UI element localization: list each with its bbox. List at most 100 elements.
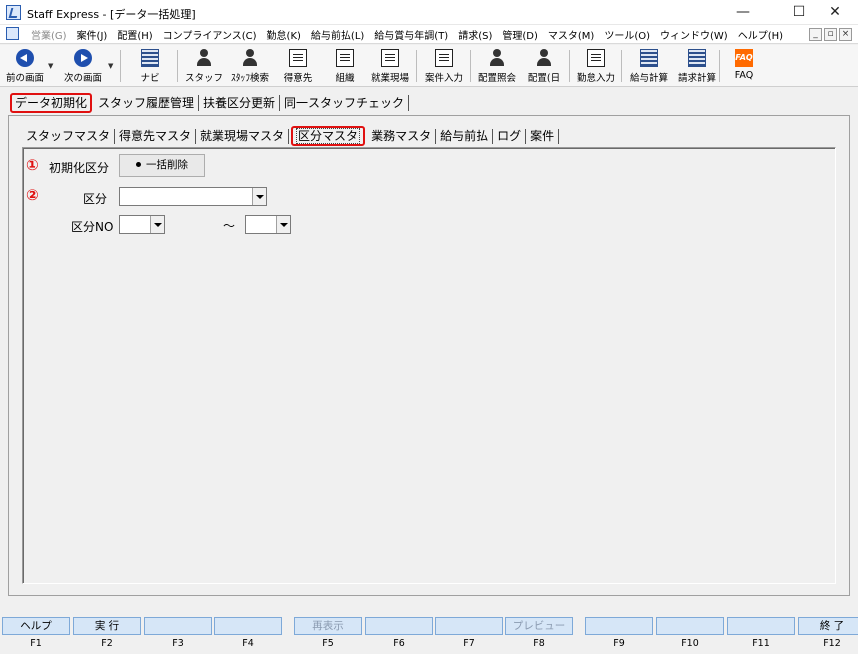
toolbar-separator: [621, 50, 622, 82]
chevron-down-icon[interactable]: [276, 216, 290, 233]
function-key-f5[interactable]: 再表示 F5: [294, 617, 362, 649]
sub-tab[interactable]: 区分マスタ: [291, 126, 366, 146]
main-tab[interactable]: 同一スタッフチェック: [280, 95, 410, 111]
main-tab[interactable]: データ初期化: [10, 93, 93, 113]
mdi-close-button[interactable]: ×: [839, 28, 852, 41]
function-key-bar: ヘルプ F1 実 行 F2 F3 F4 再表示 F5 F6 F7 プレビュー F8 F9 F10 F11 終 …: [0, 617, 858, 654]
function-key-f4[interactable]: F4: [214, 617, 282, 649]
function-key-f1[interactable]: ヘルプ F1: [2, 617, 70, 649]
toolbar-client-button[interactable]: 得意先: [278, 47, 318, 85]
mdi-minimize-button[interactable]: _: [809, 28, 822, 41]
title-bar: Staff Express - [データ一括処理] — ☐ ✕: [0, 0, 858, 25]
toolbar-staff-button[interactable]: スタッフ: [184, 47, 224, 85]
faq-icon: FAQ: [735, 49, 753, 67]
menu-item[interactable]: 請求(S): [453, 27, 497, 42]
menu-item[interactable]: ツール(O): [599, 27, 655, 42]
function-key-label: F12: [823, 638, 841, 649]
toolbar-billing-button[interactable]: 請求計算: [674, 47, 720, 85]
menu-item[interactable]: 給与前払(L): [306, 27, 369, 42]
function-key-f12[interactable]: 終 了 F12: [798, 617, 858, 649]
sub-tab[interactable]: 案件: [526, 128, 560, 144]
function-key-button[interactable]: [144, 617, 212, 635]
bulk-delete-radio-button[interactable]: 一括削除: [119, 154, 205, 177]
close-button[interactable]: ✕: [812, 0, 858, 25]
toolbar-payroll-button[interactable]: 給与計算: [626, 47, 672, 85]
toolbar-faq-label: FAQ: [734, 70, 754, 81]
function-key-button[interactable]: ヘルプ: [2, 617, 70, 635]
staff-search-icon: [241, 49, 259, 67]
toolbar-assign-query-button[interactable]: 配置照会: [474, 47, 520, 85]
sub-tab[interactable]: 就業現場マスタ: [196, 128, 290, 144]
function-key-button[interactable]: [585, 617, 653, 635]
sub-tab[interactable]: 給与前払: [436, 128, 494, 144]
function-key-button[interactable]: 終 了: [798, 617, 858, 635]
forward-dropdown-icon[interactable]: ▼: [108, 62, 113, 70]
toolbar-separator: [120, 50, 121, 82]
function-key-f10[interactable]: F10: [656, 617, 724, 649]
function-key-button[interactable]: [365, 617, 433, 635]
toolbar-org-button[interactable]: 組織: [325, 47, 365, 85]
sub-tab[interactable]: 得意先マスタ: [115, 128, 197, 144]
function-key-button[interactable]: プレビュー: [505, 617, 573, 635]
function-key-f7[interactable]: F7: [435, 617, 503, 649]
menu-item[interactable]: ヘルプ(H): [733, 27, 788, 42]
menu-bar: 営業(G) 案件(J) 配置(H) コンプライアンス(C) 勤怠(K) 給与前払(L) 給与…: [0, 25, 858, 44]
menu-item[interactable]: 管理(D): [497, 27, 543, 42]
category-label: 区分: [83, 192, 108, 206]
toolbar-forward-button[interactable]: 次の画面: [60, 47, 106, 85]
function-key-button[interactable]: [435, 617, 503, 635]
toolbar-faq-button[interactable]: FAQ FAQ: [724, 47, 764, 85]
mdi-restore-button[interactable]: ▫: [824, 28, 837, 41]
toolbar-navi-label: ナビ: [140, 73, 160, 84]
function-key-f9[interactable]: F9: [585, 617, 653, 649]
function-key-button[interactable]: 実 行: [73, 617, 141, 635]
menu-item[interactable]: ウィンドウ(W): [655, 27, 733, 42]
radio-selected-icon: [136, 161, 141, 167]
attendance-icon: [587, 49, 605, 67]
worksite-icon: [381, 49, 399, 67]
minimize-button[interactable]: —: [720, 0, 766, 25]
function-key-button[interactable]: [214, 617, 282, 635]
back-dropdown-icon[interactable]: ▼: [48, 62, 53, 70]
document-icon[interactable]: [6, 27, 19, 40]
menu-item[interactable]: 配置(H): [112, 27, 157, 42]
toolbar-staff-search-button[interactable]: ｽﾀｯﾌ検索: [227, 47, 273, 85]
function-key-button[interactable]: 再表示: [294, 617, 362, 635]
navi-icon: [141, 49, 159, 67]
toolbar-worksite-button[interactable]: 就業現場: [368, 47, 412, 85]
menu-item[interactable]: マスタ(M): [543, 27, 599, 42]
toolbar-worksite-label: 就業現場: [370, 73, 409, 84]
main-tab[interactable]: スタッフ履歴管理: [94, 95, 200, 111]
toolbar-case-input-button[interactable]: 案件入力: [421, 47, 467, 85]
menu-item[interactable]: コンプライアンス(C): [158, 27, 262, 42]
sub-tab[interactable]: 業務マスタ: [367, 128, 437, 144]
function-key-f8[interactable]: プレビュー F8: [505, 617, 573, 649]
toolbar-assign-day-button[interactable]: 配置(日: [521, 47, 567, 85]
sub-tab[interactable]: スタッフマスタ: [22, 128, 116, 144]
category-no-to-select[interactable]: [245, 215, 291, 234]
category-no-from-select[interactable]: [119, 215, 165, 234]
menu-item[interactable]: 勤怠(K): [262, 27, 306, 42]
chevron-down-icon[interactable]: [150, 216, 164, 233]
category-select[interactable]: [119, 187, 267, 206]
menu-item[interactable]: 案件(J): [72, 27, 113, 42]
toolbar-navi-button[interactable]: ナビ: [128, 47, 172, 85]
function-key-label: F4: [242, 638, 254, 649]
function-key-f2[interactable]: 実 行 F2: [73, 617, 141, 649]
toolbar-separator: [569, 50, 570, 82]
main-tab[interactable]: 扶養区分更新: [199, 95, 281, 111]
toolbar-attendance-button[interactable]: 勤怠入力: [573, 47, 619, 85]
toolbar-staff-label: スタッフ: [184, 73, 223, 84]
function-key-f11[interactable]: F11: [727, 617, 795, 649]
function-key-button[interactable]: [727, 617, 795, 635]
function-key-label: F8: [533, 638, 545, 649]
toolbar-back-button[interactable]: 前の画面: [2, 47, 48, 85]
function-key-f3[interactable]: F3: [144, 617, 212, 649]
chevron-down-icon[interactable]: [252, 188, 266, 205]
category-no-label: 区分NO: [71, 220, 114, 234]
menu-item[interactable]: 営業(G): [26, 27, 72, 42]
function-key-f6[interactable]: F6: [365, 617, 433, 649]
menu-item[interactable]: 給与賞与年調(T): [369, 27, 453, 42]
function-key-button[interactable]: [656, 617, 724, 635]
sub-tab[interactable]: ログ: [493, 128, 527, 144]
